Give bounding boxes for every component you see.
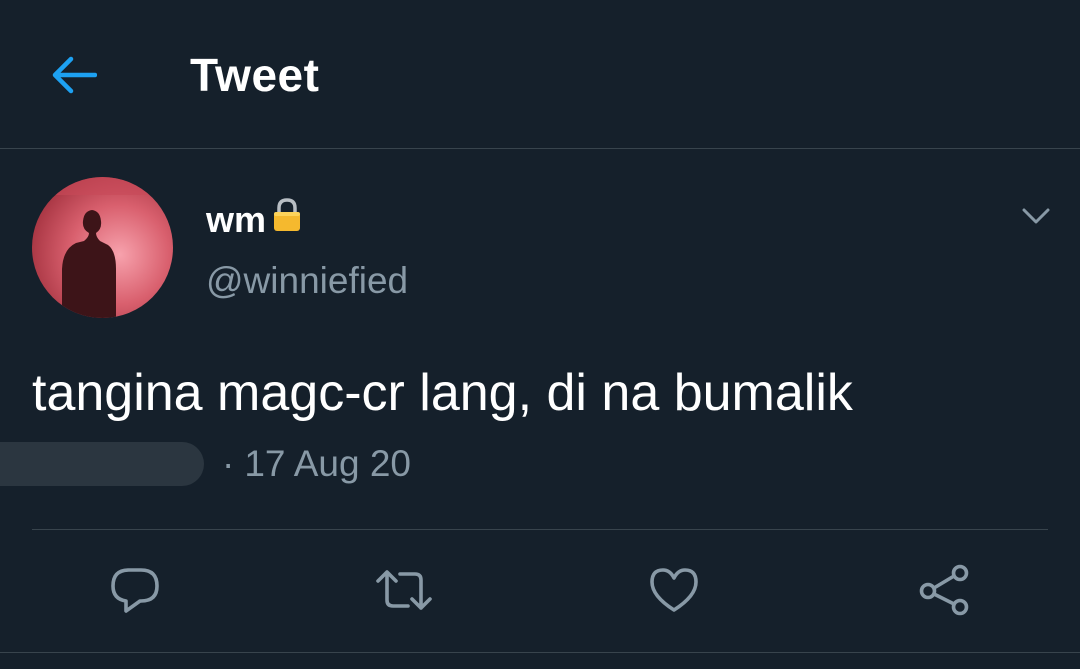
lock-icon [272, 197, 302, 242]
retweet-icon [376, 570, 432, 610]
retweet-button[interactable] [374, 560, 434, 620]
action-bar [0, 560, 1080, 620]
share-icon [919, 564, 969, 616]
reply-button[interactable] [105, 560, 165, 620]
heart-icon [650, 568, 698, 612]
tweet-meta: · 17 Aug 20 [0, 440, 411, 488]
chevron-down-icon [1022, 208, 1050, 224]
avatar[interactable] [32, 177, 173, 318]
top-bar: Tweet [0, 0, 1080, 149]
redacted-time [0, 442, 204, 486]
speech-bubble-icon [111, 568, 159, 613]
tweet-text: tangina magc-cr lang, di na bumalik [32, 364, 853, 422]
author-handle[interactable]: @winniefied [206, 260, 408, 302]
display-name-text: wm [206, 198, 267, 240]
author-name[interactable]: wm [206, 197, 302, 242]
page-title: Tweet [190, 49, 320, 101]
meta-separator: · [222, 443, 235, 484]
divider [32, 529, 1048, 530]
bottom-divider [0, 652, 1080, 653]
back-button[interactable] [44, 48, 104, 102]
like-button[interactable] [644, 560, 704, 620]
tweet-menu-button[interactable] [1012, 196, 1060, 236]
share-button[interactable] [914, 560, 974, 620]
tweet-date: · 17 Aug 20 [222, 443, 411, 485]
arrow-left-icon [52, 56, 97, 94]
tweet-date-text: 17 Aug 20 [244, 443, 411, 484]
